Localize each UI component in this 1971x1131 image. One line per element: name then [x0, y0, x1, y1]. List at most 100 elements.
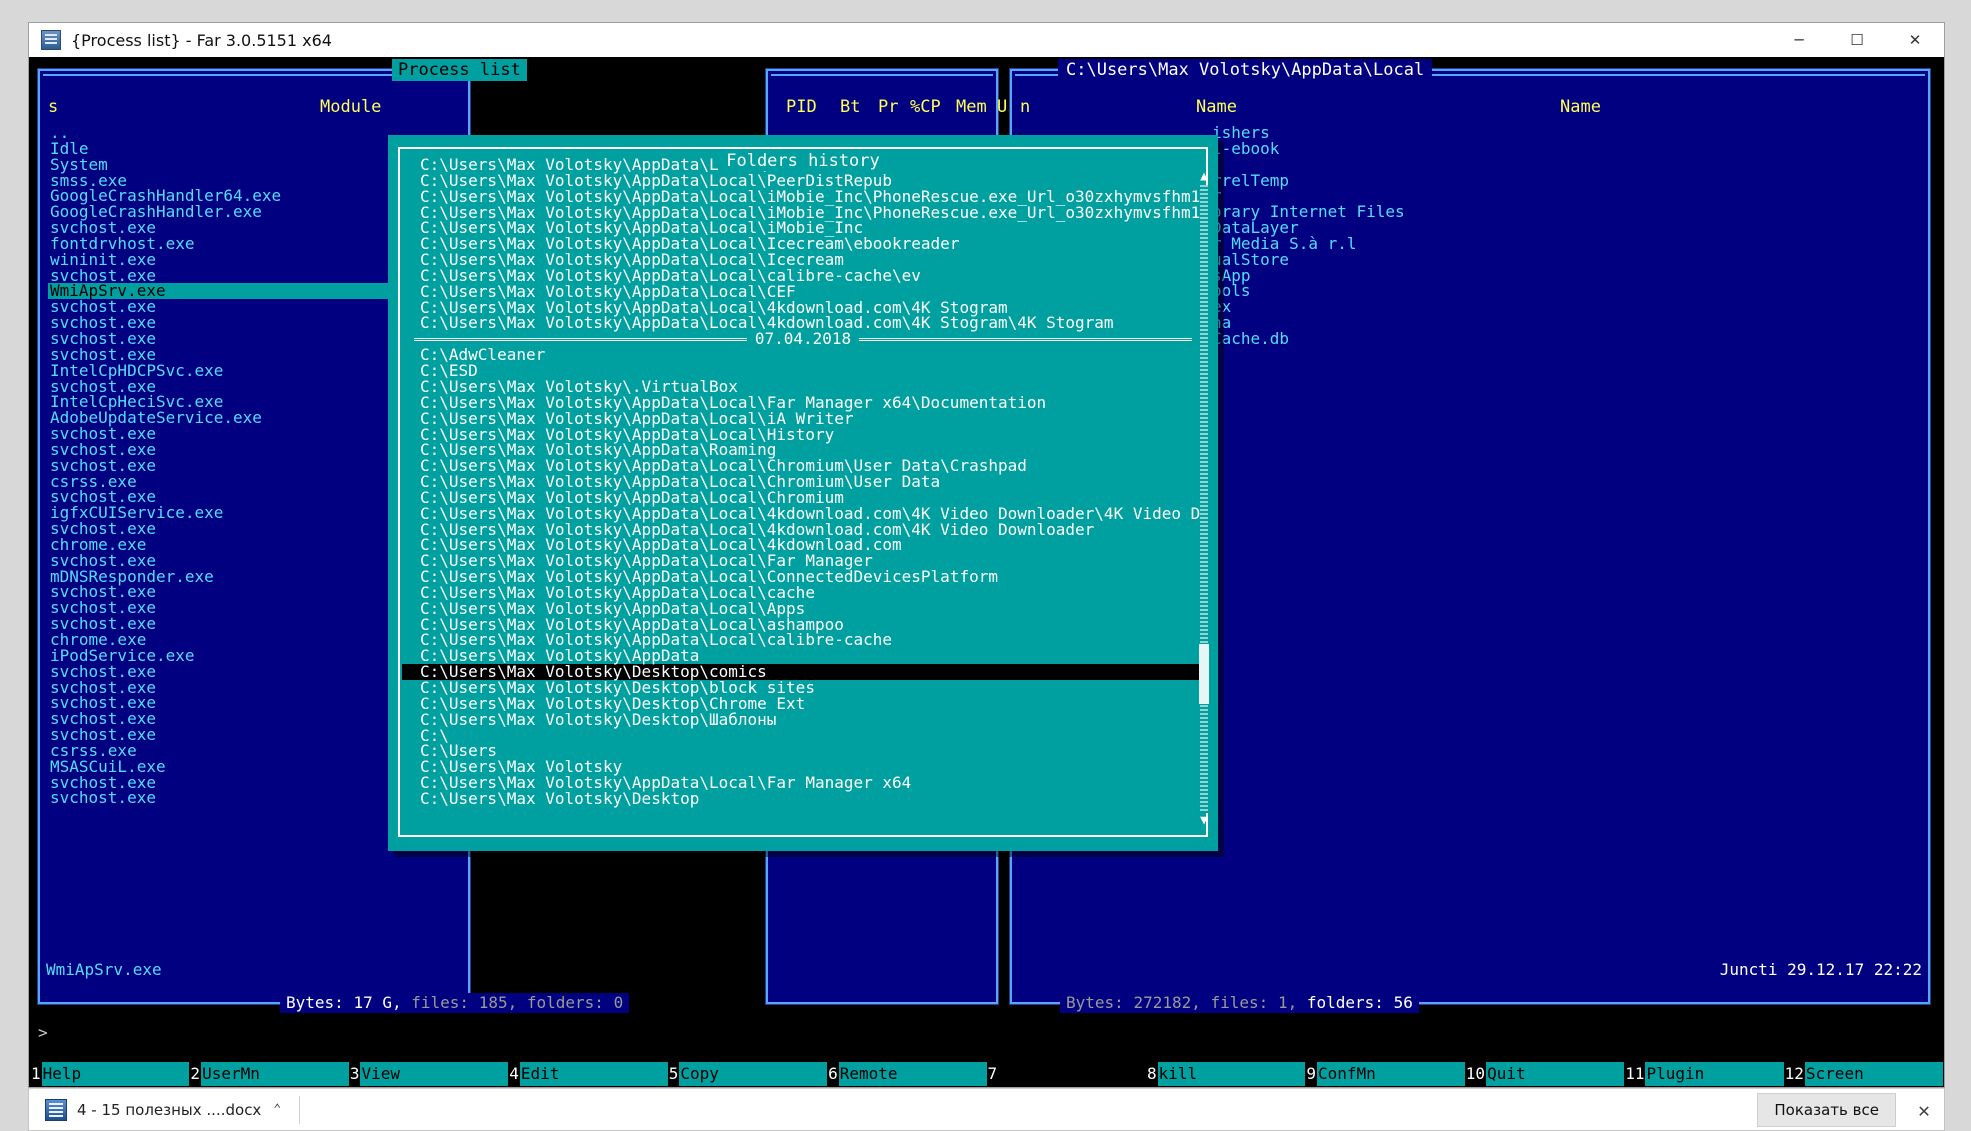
history-list-item[interactable]: C:\	[402, 728, 1204, 744]
function-key-label: ConfMn	[1317, 1062, 1465, 1086]
triangle-down-icon[interactable]: ▼	[1198, 813, 1210, 829]
function-key-7[interactable]: 7	[987, 1062, 1146, 1086]
function-key-2[interactable]: 2UserMn	[189, 1062, 348, 1086]
files-value: 185,	[479, 993, 518, 1012]
function-key-4[interactable]: 4Edit	[508, 1062, 667, 1086]
folders-value: 0	[614, 993, 624, 1012]
window-titlebar[interactable]: {Process list} - Far 3.0.5151 x64 ─ ☐ ✕	[29, 23, 1944, 57]
chevron-up-icon[interactable]: ⌃	[273, 1102, 281, 1117]
function-key-label: Screen	[1805, 1062, 1943, 1086]
history-list-item[interactable]: C:\Users\Max Volotsky\Desktop\Шаблоны	[402, 712, 1204, 728]
function-key-number: 3	[349, 1062, 361, 1086]
right-panel-file-list[interactable]: ishersl-ebookrrelTemprorary Internet Fil…	[1212, 125, 1405, 347]
right-panel-path[interactable]: C:\Users\Max Volotsky\AppData\Local	[1058, 59, 1432, 81]
folders-value: 56	[1394, 993, 1413, 1012]
column-header-pr: Pr	[878, 97, 898, 117]
function-key-6[interactable]: 6Remote	[827, 1062, 986, 1086]
folders-label: folders:	[527, 993, 604, 1012]
folders-history-list[interactable]: C:\Users\Max Volotsky\AppData\Local\Yand…	[402, 157, 1204, 833]
function-key-9[interactable]: 9ConfMn	[1305, 1062, 1464, 1086]
column-header-n: n	[1020, 97, 1030, 117]
panel-title-process-list: Process list	[392, 59, 527, 81]
function-key-number: 12	[1784, 1062, 1805, 1086]
command-prompt: >	[38, 1023, 48, 1042]
bytes-value: 17 G,	[353, 993, 401, 1012]
function-key-11[interactable]: 11Plugin	[1624, 1062, 1783, 1086]
left-panel-status: WmiApSrv.exe	[46, 960, 462, 980]
function-key-label: UserMn	[201, 1062, 349, 1086]
function-key-5[interactable]: 5Copy	[668, 1062, 827, 1086]
file-row[interactable]: rrelTemp	[1212, 173, 1405, 189]
function-key-label: Help	[42, 1062, 190, 1086]
scrollbar-track[interactable]	[1200, 185, 1208, 813]
function-key-label: Remote	[839, 1062, 987, 1086]
files-value: 1,	[1278, 993, 1297, 1012]
file-row[interactable]: Cache.db	[1212, 331, 1405, 347]
history-group-dated[interactable]: C:\AdwCleanerC:\ESDC:\Users\Max Volotsky…	[402, 347, 1204, 806]
window-title: {Process list} - Far 3.0.5151 x64	[71, 31, 332, 50]
far-manager-icon	[41, 30, 61, 50]
function-key-10[interactable]: 10Quit	[1465, 1062, 1624, 1086]
function-key-number: 2	[189, 1062, 201, 1086]
file-row[interactable]: ools	[1212, 283, 1405, 299]
far-manager-window: {Process list} - Far 3.0.5151 x64 ─ ☐ ✕ …	[28, 22, 1945, 1088]
function-key-number: 6	[827, 1062, 839, 1086]
minimize-button[interactable]: ─	[1770, 23, 1828, 57]
function-key-label: Quit	[1486, 1062, 1624, 1086]
left-panel-column-headers: s Module	[48, 97, 460, 119]
taskbar-item-label: 4 - 15 полезных ....docx	[77, 1101, 261, 1119]
function-key-1[interactable]: 1Help	[30, 1062, 189, 1086]
folders-label: folders:	[1307, 993, 1384, 1012]
dialog-scrollbar[interactable]: ▲ ▼	[1198, 169, 1210, 829]
bytes-label: Bytes:	[1066, 993, 1124, 1012]
column-header-name: s	[48, 97, 58, 117]
function-key-number: 7	[987, 1062, 999, 1086]
right-panel-column-headers: n Name Name	[1020, 97, 1920, 119]
column-header-module: Module	[320, 97, 381, 117]
function-key-number: 8	[1146, 1062, 1158, 1086]
windows-taskbar[interactable]: 4 - 15 полезных ....docx ⌃ Показать все …	[28, 1088, 1945, 1131]
show-all-button[interactable]: Показать все	[1757, 1093, 1896, 1127]
triangle-up-icon[interactable]: ▲	[1198, 169, 1210, 185]
folders-history-dialog[interactable]: Folders history C:\Users\Max Volotsky\Ap…	[388, 135, 1218, 851]
maximize-button[interactable]: ☐	[1828, 23, 1886, 57]
history-list-item[interactable]: C:\AdwCleaner	[402, 347, 1204, 363]
column-header-cpu: %CP	[910, 97, 941, 117]
taskbar-item-document[interactable]: 4 - 15 полезных ....docx ⌃	[29, 1099, 281, 1121]
bytes-value: 272182,	[1133, 993, 1200, 1012]
function-key-label: Plugin	[1645, 1062, 1783, 1086]
function-key-label: Copy	[679, 1062, 827, 1086]
word-document-icon	[45, 1099, 67, 1121]
function-key-3[interactable]: 3View	[349, 1062, 508, 1086]
close-button[interactable]: ✕	[1886, 23, 1944, 57]
window-controls: ─ ☐ ✕	[1770, 23, 1944, 57]
history-list-item[interactable]: C:\Users\Max Volotsky\Desktop	[402, 791, 1204, 807]
function-key-label: Edit	[520, 1062, 668, 1086]
file-row[interactable]: l-ebook	[1212, 141, 1405, 157]
function-key-number: 4	[508, 1062, 520, 1086]
function-key-label: View	[360, 1062, 508, 1086]
file-row[interactable]: ex	[1212, 299, 1405, 315]
taskbar-close-icon[interactable]: ✕	[1918, 1098, 1930, 1122]
function-key-bar[interactable]: 1Help2UserMn3View4Edit5Copy6Remote7 8kill…	[30, 1062, 1943, 1086]
function-key-number: 11	[1624, 1062, 1645, 1086]
column-header-name-2: Name	[1560, 97, 1601, 117]
far-console: s Module ..IdleSystemsmss.exeGoogleCrash…	[30, 57, 1943, 1086]
taskbar-right-group: Показать все ✕	[1757, 1093, 1944, 1127]
files-label: files:	[411, 993, 469, 1012]
history-group-recent[interactable]: C:\Users\Max Volotsky\AppData\Local\Yand…	[402, 157, 1204, 331]
function-key-8[interactable]: 8kill	[1146, 1062, 1305, 1086]
left-panel-bytes-info: Bytes: 17 G, files: 185, folders: 0	[280, 993, 629, 1013]
taskbar-divider	[299, 1096, 300, 1124]
separator-date: 07.04.2018	[747, 329, 859, 348]
function-key-number: 1	[30, 1062, 42, 1086]
scrollbar-thumb[interactable]	[1199, 644, 1209, 704]
mid-panel-top-rule	[771, 74, 993, 76]
command-line[interactable]: >	[38, 1022, 1935, 1044]
function-key-number: 5	[668, 1062, 680, 1086]
right-panel-bytes-info: Bytes: 272182, files: 1, folders: 56	[1060, 993, 1419, 1013]
right-panel-status: Juncti 29.12.17 22:22	[1018, 960, 1922, 980]
function-key-12[interactable]: 12Screen	[1784, 1062, 1943, 1086]
history-date-separator: 07.04.2018	[414, 331, 1192, 347]
function-key-number: 10	[1465, 1062, 1486, 1086]
